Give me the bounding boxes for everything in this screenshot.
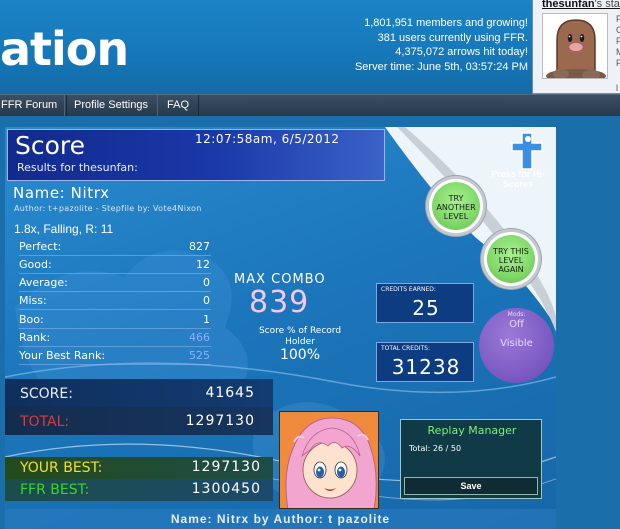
try-another-level-button[interactable]: TRY ANOTHER LEVEL <box>426 176 486 236</box>
score-title: Score <box>15 131 86 160</box>
judgement-divider <box>19 255 211 256</box>
members-stat: 1,801,951 members and growing! <box>364 17 528 29</box>
try-this-level-again-label: TRY THIS LEVEL AGAIN <box>493 247 529 274</box>
arrows-hit-stat: 4,375,072 arrows hit today! <box>395 46 528 58</box>
score-value: 41645 <box>205 385 255 401</box>
judgement-divider <box>19 291 211 292</box>
score-label: SCORE: <box>20 386 73 402</box>
press-for-hi-scores-label[interactable]: Press for Hi-Scores <box>478 169 556 189</box>
mods-circle: Mods: Off Visible <box>479 308 554 383</box>
credits-earned-label: CREDITS EARNED: <box>381 286 436 293</box>
judgement-divider <box>19 309 211 310</box>
try-another-level-label: TRY ANOTHER LEVEL <box>436 194 476 221</box>
hi-scores-icon[interactable] <box>502 129 554 173</box>
try-this-level-again-button[interactable]: TRY THIS LEVEL AGAIN <box>481 229 541 289</box>
site-logo[interactable]: ation <box>0 22 129 76</box>
site-stats: 1,801,951 members and growing! 381 users… <box>355 16 528 74</box>
miss-label: Miss: <box>19 294 47 307</box>
max-combo-value: 839 <box>249 285 310 320</box>
anime-girl-avatar-image <box>280 412 378 508</box>
rank-value: 466 <box>189 331 210 344</box>
judgement-divider <box>19 328 211 329</box>
users-online-stat: 381 users currently using FFR. <box>377 31 528 44</box>
record-holder-value: 100% <box>279 347 321 363</box>
total-credits-label: TOTAL CREDITS: <box>381 345 430 352</box>
save-replay-button[interactable]: Save <box>404 477 538 495</box>
best-rank-label: Your Best Rank: <box>19 349 106 362</box>
replay-total: Total: 26 / 50 <box>409 444 462 453</box>
your-best-label: YOUR BEST: <box>20 460 103 476</box>
boo-label: Boo: <box>19 313 44 326</box>
miss-value: 0 <box>203 294 210 307</box>
best-rank-value: 525 <box>189 349 210 362</box>
judgement-divider <box>19 364 211 365</box>
good-label: Good: <box>19 258 52 271</box>
score-timestamp: 12:07:58am, 6/5/2012 <box>195 132 340 146</box>
ffr-best-label: FFR BEST: <box>20 482 90 498</box>
your-best-value: 1297130 <box>191 459 261 475</box>
nav-item-profile-settings[interactable]: Profile Settings <box>64 95 158 116</box>
mods-circle-title: Mods: <box>507 311 526 318</box>
total-credits-box: TOTAL CREDITS: 31238 <box>376 342 474 382</box>
song-name: Name: Nitrx <box>13 184 110 202</box>
user-panel-username[interactable]: thesunfan <box>542 0 595 10</box>
nav-item-ffr-forum[interactable]: FFR Forum <box>0 95 68 116</box>
user-panel-username-suffix: 's sta <box>594 0 620 10</box>
credits-earned-value: 25 <box>412 296 440 320</box>
good-value: 12 <box>196 258 210 271</box>
song-author: Author: t+pazolite - Stepfile by: Vote4N… <box>14 204 202 213</box>
results-screen: Score 12:07:58am, 6/5/2012 Results for t… <box>5 127 556 529</box>
try-another-level-button-face: TRY ANOTHER LEVEL <box>432 182 480 230</box>
user-panel: thesunfan's sta F C F M F l <box>532 0 620 94</box>
mods-line: 1.8x, Falling, R: 11 <box>14 222 114 236</box>
song-footer: Name: Nitrx by Author: t pazolite <box>170 512 391 526</box>
user-panel-side-text: F C F M F l <box>616 14 620 93</box>
rank-label: Rank: <box>19 331 51 344</box>
average-value: 0 <box>203 276 210 289</box>
ffr-best-value: 1300450 <box>191 481 261 497</box>
try-this-level-again-button-face: TRY THIS LEVEL AGAIN <box>487 235 535 283</box>
total-value: 1297130 <box>185 413 255 429</box>
judgement-divider <box>19 346 211 347</box>
credits-earned-box: CREDITS EARNED: 25 <box>376 283 474 323</box>
nav-item-faq[interactable]: FAQ <box>157 95 200 116</box>
site-header: ation 1,801,951 members and growing! 381… <box>0 0 620 94</box>
player-avatar <box>279 411 379 509</box>
mods-circle-visible: Visible <box>500 338 533 349</box>
nav-bar: FFR Forum Profile Settings FAQ <box>0 94 620 116</box>
replay-manager-title: Replay Manager <box>427 424 517 437</box>
results-for-label: Results for thesunfan: <box>17 161 138 174</box>
replay-manager: Replay Manager Total: 26 / 50 Save <box>400 419 542 499</box>
record-holder-label: Score % of Record Holder <box>258 326 342 347</box>
game-stage: Score 12:07:58am, 6/5/2012 Results for t… <box>0 116 620 529</box>
total-credits-value: 31238 <box>391 355 461 379</box>
perfect-value: 827 <box>189 240 210 253</box>
perfect-label: Perfect: <box>19 240 62 253</box>
diglett-avatar-image <box>543 14 607 78</box>
judgement-divider <box>19 273 211 274</box>
boo-value: 1 <box>203 313 210 326</box>
total-label: TOTAL: <box>20 414 70 430</box>
average-label: Average: <box>19 276 68 289</box>
mods-circle-off: Off <box>509 319 524 330</box>
server-time-stat: Server time: June 5th, 03:57:24 PM <box>354 60 528 73</box>
user-avatar[interactable] <box>542 13 608 79</box>
